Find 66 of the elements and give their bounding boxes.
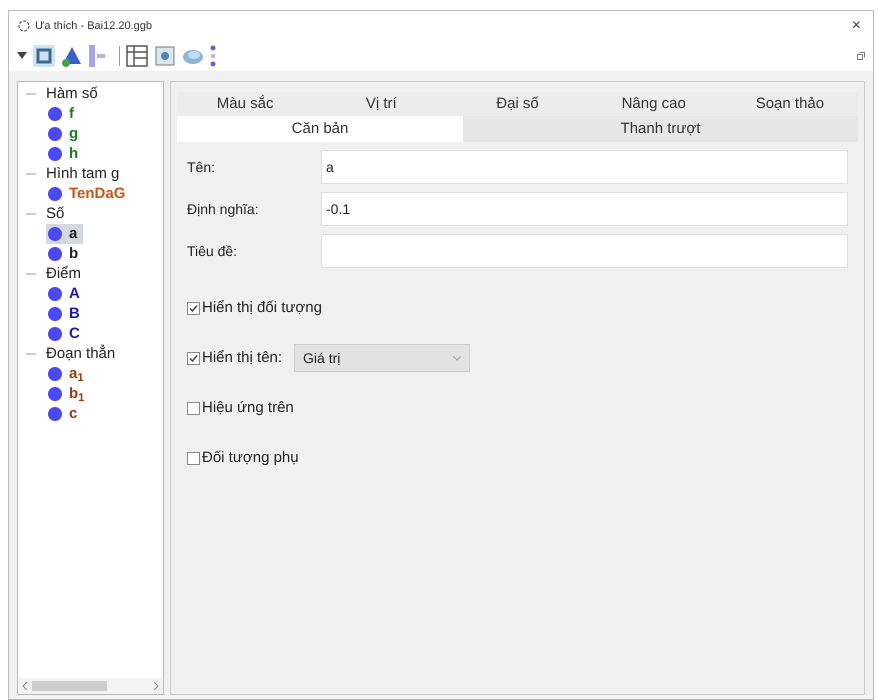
option-label[interactable]: Đối tượng phụ <box>202 446 299 470</box>
input-field[interactable] <box>321 234 848 268</box>
chevron-icon <box>453 356 462 360</box>
object-label: a$_{1}$ <box>69 364 84 386</box>
tree-item[interactable]: c <box>46 404 84 424</box>
object-label: A <box>69 284 80 304</box>
tree-item[interactable]: b <box>46 244 84 264</box>
scroll-left-icon[interactable] <box>22 682 28 690</box>
tree-item[interactable]: g <box>46 124 84 144</box>
horizontal-scrollbar[interactable] <box>18 678 163 694</box>
input-field[interactable]: a <box>321 150 848 184</box>
tree-item[interactable]: a$_{1}$ <box>46 364 90 384</box>
tab[interactable]: Thanh trượt <box>463 116 858 142</box>
scrollbar-thumb[interactable] <box>32 681 107 691</box>
object-label: a <box>69 224 78 244</box>
tree-group[interactable]: Số <box>46 202 64 226</box>
checkbox[interactable] <box>187 402 200 414</box>
tree-item[interactable]: A <box>46 284 86 304</box>
object-label: g <box>69 124 78 144</box>
tree-item[interactable]: f <box>46 104 80 124</box>
grid-icon[interactable] <box>33 45 55 67</box>
object-label: c <box>69 404 78 424</box>
object-label: f <box>69 104 74 124</box>
more-icon[interactable] <box>210 45 216 67</box>
tree-group[interactable]: Hàm số <box>46 82 98 106</box>
restore-icon[interactable] <box>857 52 865 60</box>
tree-item[interactable]: C <box>46 324 86 344</box>
input-field[interactable]: -0.1 <box>321 192 848 226</box>
scroll-right-icon[interactable] <box>153 682 159 690</box>
tree-item[interactable]: B <box>46 304 86 324</box>
option-label[interactable]: Hiển thị tên: <box>202 346 282 370</box>
window-title: Ưa thích - Bai12.20.ggb <box>35 18 152 34</box>
object-label: b$_{1}$ <box>69 384 84 406</box>
tree-item[interactable]: TenDaG <box>46 184 132 204</box>
object-label: h <box>69 144 78 164</box>
tree-group[interactable]: Đoạn thẳn <box>46 342 116 366</box>
object-label: B <box>69 304 80 324</box>
object-label: C <box>69 324 80 344</box>
field-label: Tiêu đề: <box>187 242 238 260</box>
app-icon <box>17 19 31 33</box>
tab[interactable]: Soạn thảo <box>722 92 858 116</box>
tab[interactable]: Căn bản <box>177 116 463 142</box>
close-button[interactable]: × <box>848 14 865 38</box>
graph-icon[interactable] <box>154 45 176 67</box>
caret-icon[interactable] <box>17 52 27 60</box>
tab[interactable]: Đại số <box>449 92 586 116</box>
dropdown[interactable]: Giá trị <box>294 344 470 372</box>
checkbox[interactable] <box>187 352 200 364</box>
tree-item[interactable]: a <box>46 224 84 244</box>
tree-group[interactable]: Hình tam g <box>46 162 120 186</box>
checkbox[interactable] <box>187 452 200 464</box>
tab[interactable]: Màu sắc <box>177 92 314 116</box>
option-label[interactable]: Hiệu ứng trên <box>202 396 294 420</box>
tab[interactable]: Vị trí <box>313 92 450 116</box>
tab[interactable]: Nâng cao <box>586 92 722 116</box>
object-label: b <box>69 244 78 264</box>
checkbox[interactable] <box>187 302 200 314</box>
object-label: TenDaG <box>69 184 126 204</box>
field-label: Tên: <box>187 158 216 176</box>
shape-icon[interactable] <box>61 45 83 67</box>
field-label: Định nghĩa: <box>187 200 260 219</box>
tree-item[interactable]: h <box>46 144 84 164</box>
option-label[interactable]: Hiển thị đối tượng <box>202 296 322 320</box>
tree-item[interactable]: b$_{1}$ <box>46 384 90 404</box>
tree-group[interactable]: Điểm <box>46 262 82 286</box>
table-icon[interactable] <box>126 45 148 67</box>
